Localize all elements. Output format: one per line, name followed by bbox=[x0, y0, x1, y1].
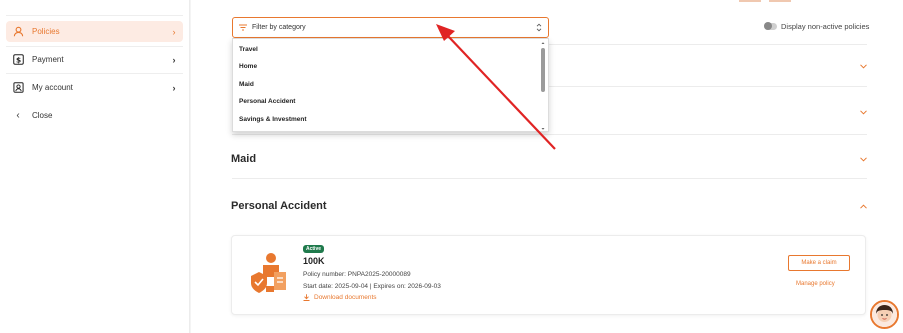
dropdown-scrollbar[interactable] bbox=[541, 42, 545, 130]
category-dropdown-list: Travel Home Maid Personal Accident Savin… bbox=[232, 38, 549, 132]
filter-placeholder: Filter by category bbox=[252, 24, 306, 31]
non-active-toggle[interactable]: Display non-active policies bbox=[764, 22, 869, 31]
policy-dates: Start date: 2025-09-04 | Expires on: 202… bbox=[303, 283, 441, 290]
account-icon bbox=[12, 82, 24, 94]
divider bbox=[232, 134, 867, 135]
divider bbox=[6, 46, 183, 47]
policy-number: Policy number: PNPA2025-20000089 bbox=[303, 271, 411, 278]
sidebar: Policies › $ Payment › My account › ‹ Cl… bbox=[0, 0, 190, 333]
top-strip bbox=[769, 0, 791, 2]
dropdown-option[interactable]: Home bbox=[239, 63, 257, 70]
download-documents-link[interactable]: Download documents bbox=[303, 294, 377, 301]
category-title-personal-accident[interactable]: Personal Accident bbox=[231, 200, 327, 212]
sidebar-item-label: Policies bbox=[32, 27, 60, 36]
scrollbar-thumb[interactable] bbox=[541, 48, 545, 92]
chevron-right-icon: › bbox=[172, 54, 176, 65]
sidebar-top-divider bbox=[6, 15, 183, 16]
chevron-down-icon[interactable] bbox=[858, 155, 868, 163]
sidebar-item-my-account[interactable]: My account › bbox=[6, 77, 183, 98]
divider bbox=[232, 178, 867, 179]
dropdown-option[interactable]: Savings & Investment bbox=[239, 116, 307, 123]
plan-name: 100K bbox=[303, 256, 325, 266]
main-content: Filter by category Display non-active po… bbox=[191, 0, 903, 333]
chevron-down-icon[interactable] bbox=[858, 62, 868, 70]
filter-icon bbox=[239, 24, 247, 31]
chevron-down-icon[interactable] bbox=[858, 108, 868, 116]
sidebar-item-payment[interactable]: $ Payment › bbox=[6, 49, 183, 70]
dollar-icon: $ bbox=[12, 54, 24, 66]
user-icon bbox=[12, 26, 24, 38]
download-icon bbox=[303, 294, 310, 301]
dropdown-option[interactable]: Personal Accident bbox=[239, 98, 295, 105]
divider bbox=[6, 73, 183, 74]
chevron-up-icon[interactable] bbox=[858, 202, 868, 210]
chevron-right-icon: › bbox=[172, 26, 176, 37]
category-title-maid[interactable]: Maid bbox=[231, 153, 256, 165]
toggle-knob bbox=[764, 22, 772, 30]
toggle-label: Display non-active policies bbox=[781, 22, 870, 31]
svg-text:$: $ bbox=[15, 55, 20, 64]
sidebar-item-label: My account bbox=[32, 83, 73, 92]
personal-accident-illustration bbox=[249, 252, 287, 294]
dropdown-option[interactable]: Travel bbox=[239, 46, 258, 53]
manage-policy-link[interactable]: Manage policy bbox=[796, 281, 835, 287]
dropdown-option[interactable]: Maid bbox=[239, 81, 254, 88]
sidebar-item-policies[interactable]: Policies › bbox=[6, 21, 183, 42]
chevron-left-icon: ‹ bbox=[16, 110, 20, 121]
chevron-right-icon: › bbox=[172, 82, 176, 93]
toggle-switch[interactable] bbox=[764, 22, 777, 30]
select-arrows-icon bbox=[536, 23, 542, 32]
status-badge: Active bbox=[303, 245, 325, 253]
sidebar-item-label: Payment bbox=[32, 55, 64, 64]
download-label: Download documents bbox=[314, 294, 377, 301]
category-filter-select[interactable]: Filter by category bbox=[232, 17, 549, 38]
sidebar-item-label: Close bbox=[32, 111, 53, 120]
policy-card: Active 100K Policy number: PNPA2025-2000… bbox=[231, 235, 866, 315]
make-claim-button[interactable]: Make a claim bbox=[788, 255, 850, 271]
top-strip bbox=[739, 0, 761, 2]
sidebar-item-close[interactable]: ‹ Close bbox=[6, 105, 183, 126]
assistant-avatar[interactable] bbox=[870, 300, 899, 329]
